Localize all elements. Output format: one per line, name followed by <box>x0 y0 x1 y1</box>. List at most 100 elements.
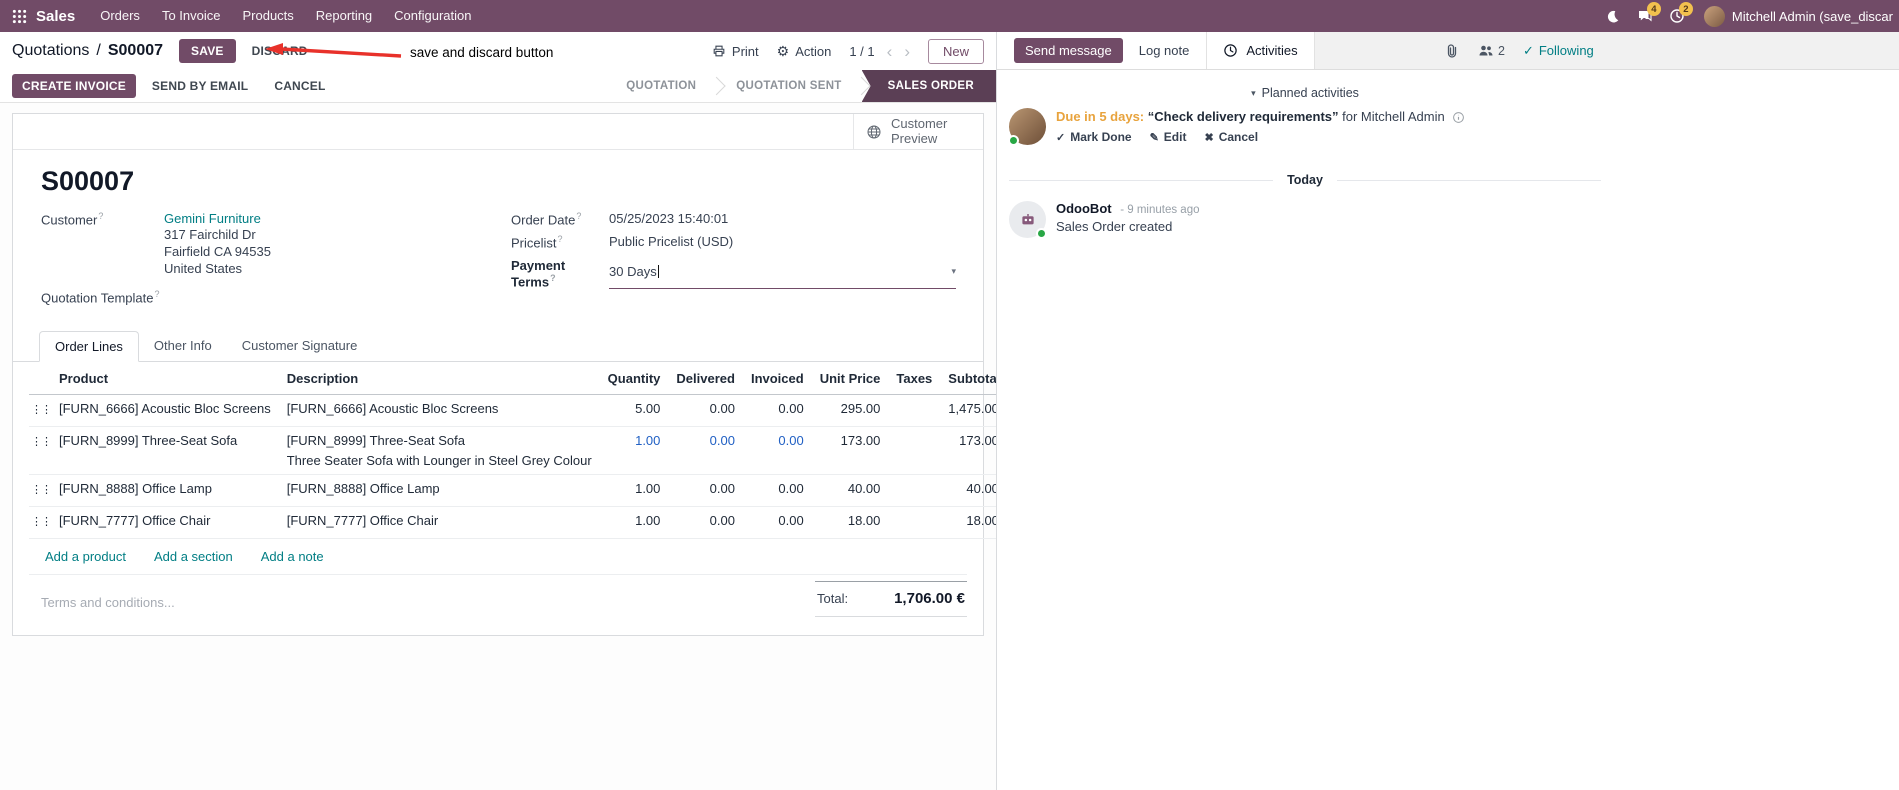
activities-tab[interactable]: Activities <box>1207 32 1315 69</box>
topbar-menu-item[interactable]: Configuration <box>383 0 482 32</box>
cell-quantity[interactable]: 1.00 <box>599 474 669 508</box>
customer-link[interactable]: Gemini Furniture <box>164 211 261 226</box>
cell-description[interactable]: [FURN_8888] Office Lamp <box>278 474 600 508</box>
cell-delivered[interactable]: 0.00 <box>668 394 743 428</box>
customer-preview-button[interactable]: Customer Preview <box>853 114 983 149</box>
quotation-template-field[interactable]: Quotation Template? <box>41 289 511 305</box>
add-line-link[interactable]: Add a section <box>154 549 233 564</box>
cell-product[interactable]: [FURN_7777] Office Chair <box>51 506 279 540</box>
sheet-top-strip: Customer Preview <box>13 114 983 150</box>
cell-unit-price[interactable]: 18.00 <box>811 506 889 540</box>
following-button[interactable]: ✓ Following <box>1523 43 1594 59</box>
notebook-tab[interactable]: Order Lines <box>39 331 139 363</box>
cell-unit-price[interactable]: 295.00 <box>811 394 889 428</box>
cell-taxes[interactable] <box>888 426 941 476</box>
cell-taxes[interactable] <box>888 394 941 428</box>
log-note-button[interactable]: Log note <box>1139 43 1190 58</box>
col-delivered[interactable]: Delivered <box>668 362 743 396</box>
apps-grid-icon[interactable] <box>4 0 34 32</box>
cell-invoiced[interactable]: 0.00 <box>742 474 812 508</box>
cell-product[interactable]: [FURN_8999] Three-Seat Sofa <box>51 426 279 476</box>
paperclip-icon[interactable] <box>1444 43 1460 59</box>
order-line-row[interactable]: [FURN_8888] Office Lamp [FURN_8888] Offi… <box>29 474 996 508</box>
followers-button[interactable]: 2 <box>1478 43 1505 59</box>
messages-icon[interactable]: 4 <box>1630 0 1661 32</box>
cell-delivered[interactable]: 0.00 <box>668 506 743 540</box>
cell-delivered[interactable]: 0.00 <box>668 426 743 476</box>
message-author[interactable]: OdooBot <box>1056 201 1112 216</box>
activity-action-button[interactable]: ✎ Edit <box>1150 130 1187 144</box>
cell-unit-price[interactable]: 173.00 <box>811 426 889 476</box>
cell-delivered[interactable]: 0.00 <box>668 474 743 508</box>
activities-count-badge: 2 <box>1678 2 1693 16</box>
pager: 1 / 1 ‹ › <box>849 43 910 60</box>
order-date-value[interactable]: 05/25/2023 15:40:01 <box>609 211 728 227</box>
col-invoiced[interactable]: Invoiced <box>742 362 812 396</box>
col-description[interactable]: Description <box>278 362 600 396</box>
terms-and-conditions-placeholder[interactable]: Terms and conditions... <box>29 579 175 610</box>
action-menu-button[interactable]: ⚙ Action <box>777 44 832 59</box>
dropdown-caret-icon[interactable]: ▾ <box>951 266 956 277</box>
pager-next-icon[interactable]: › <box>904 43 910 60</box>
app-name[interactable]: Sales <box>36 8 75 25</box>
new-button[interactable]: New <box>927 38 984 64</box>
payment-terms-input[interactable]: 30 Days ▾ <box>609 258 956 289</box>
col-taxes[interactable]: Taxes <box>888 362 941 396</box>
day-divider: Today <box>1009 173 1601 187</box>
add-line-link[interactable]: Add a note <box>261 549 324 564</box>
cancel-button[interactable]: CANCEL <box>264 74 335 98</box>
send-message-button[interactable]: Send message <box>1014 38 1123 63</box>
topbar-menu-item[interactable]: To Invoice <box>151 0 232 32</box>
cell-invoiced[interactable]: 0.00 <box>742 426 812 476</box>
planned-activity: Due in 5 days: “Check delivery requireme… <box>1008 106 1601 151</box>
activity-action-button[interactable]: ✓ Mark Done <box>1056 130 1132 144</box>
col-subtotal[interactable]: Subtotal <box>940 362 996 396</box>
order-line-row[interactable]: [FURN_6666] Acoustic Bloc Screens [FURN_… <box>29 394 996 428</box>
cell-unit-price[interactable]: 40.00 <box>811 474 889 508</box>
create-invoice-button[interactable]: CREATE INVOICE <box>12 74 136 98</box>
user-menu[interactable]: Mitchell Admin (save_discar <box>1694 5 1893 27</box>
planned-activities-header[interactable]: ▾ Planned activities <box>1009 86 1601 100</box>
activities-clock-icon[interactable]: 2 <box>1662 0 1693 32</box>
order-line-row[interactable]: [FURN_7777] Office Chair [FURN_7777] Off… <box>29 506 996 540</box>
notebook-tab[interactable]: Other Info <box>139 331 227 362</box>
status-step[interactable]: SALES ORDER <box>861 70 996 102</box>
cell-quantity[interactable]: 5.00 <box>599 394 669 428</box>
col-unit-price[interactable]: Unit Price <box>811 362 889 396</box>
cell-description[interactable]: [FURN_8999] Three-Seat Sofa Three Seater… <box>278 426 600 476</box>
pager-previous-icon[interactable]: ‹ <box>887 43 893 60</box>
order-line-row[interactable]: [FURN_8999] Three-Seat Sofa [FURN_8999] … <box>29 426 996 476</box>
topbar-menu-item[interactable]: Orders <box>89 0 151 32</box>
status-step[interactable]: QUOTATION <box>606 70 717 102</box>
info-icon[interactable] <box>1452 111 1465 124</box>
cell-invoiced[interactable]: 0.00 <box>742 394 812 428</box>
cell-description[interactable]: [FURN_7777] Office Chair <box>278 506 600 540</box>
drag-handle-icon[interactable] <box>31 484 51 496</box>
save-button[interactable]: SAVE <box>179 39 236 63</box>
cell-invoiced[interactable]: 0.00 <box>742 506 812 540</box>
pricelist-value[interactable]: Public Pricelist (USD) <box>609 234 733 250</box>
add-line-link[interactable]: Add a product <box>45 549 126 564</box>
cell-description[interactable]: [FURN_6666] Acoustic Bloc Screens <box>278 394 600 428</box>
cell-product[interactable]: [FURN_8888] Office Lamp <box>51 474 279 508</box>
drag-handle-icon[interactable] <box>31 516 51 528</box>
cell-quantity[interactable]: 1.00 <box>599 506 669 540</box>
pencil-icon: ✎ <box>1149 131 1159 144</box>
cell-taxes[interactable] <box>888 506 941 540</box>
drag-handle-icon[interactable] <box>31 436 51 448</box>
send-by-email-button[interactable]: SEND BY EMAIL <box>142 74 258 98</box>
cell-quantity[interactable]: 1.00 <box>599 426 669 476</box>
status-step[interactable]: QUOTATION SENT <box>716 70 862 102</box>
dark-mode-moon-icon[interactable] <box>1598 0 1628 32</box>
drag-handle-icon[interactable] <box>31 404 51 416</box>
topbar-menu-item[interactable]: Reporting <box>305 0 383 32</box>
cell-taxes[interactable] <box>888 474 941 508</box>
col-product[interactable]: Product <box>51 362 279 396</box>
breadcrumb-quotations-link[interactable]: Quotations <box>12 42 89 60</box>
print-button[interactable]: Print <box>712 44 759 59</box>
activity-action-button[interactable]: ✖ Cancel <box>1204 130 1258 144</box>
col-quantity[interactable]: Quantity <box>599 362 669 396</box>
notebook-tab[interactable]: Customer Signature <box>227 331 373 362</box>
topbar-menu-item[interactable]: Products <box>231 0 304 32</box>
cell-product[interactable]: [FURN_6666] Acoustic Bloc Screens <box>51 394 279 428</box>
